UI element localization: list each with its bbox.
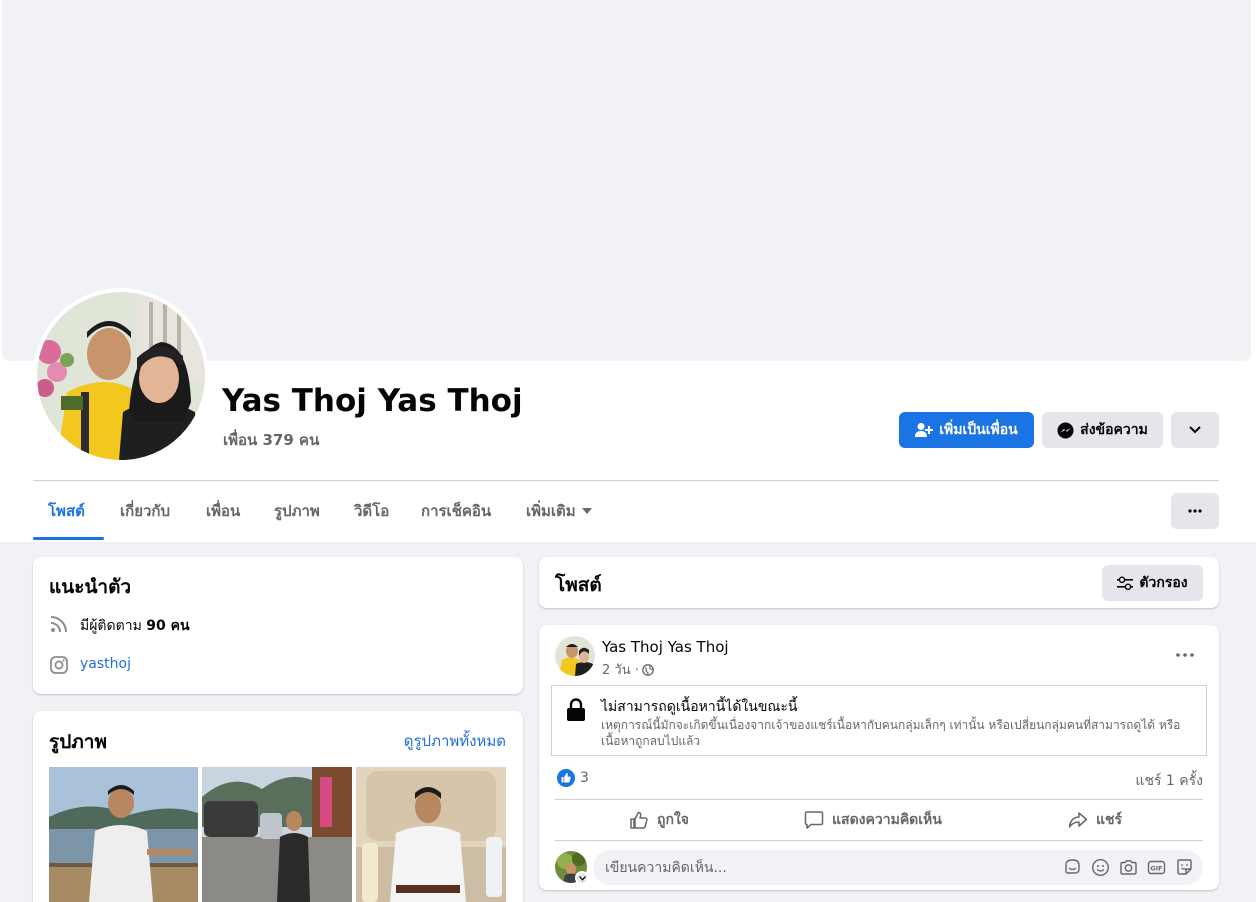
thumbs-up-icon <box>630 811 648 829</box>
caret-down-icon <box>581 508 592 514</box>
add-friend-button[interactable]: เพิ่มเป็นเพื่อน <box>899 412 1034 448</box>
emoji-icon[interactable] <box>1091 858 1110 877</box>
photo-thumbnail-1[interactable] <box>49 767 198 902</box>
followers-text: มีผู้ติดตาม 90 คน <box>80 615 190 637</box>
add-friend-icon <box>915 423 934 437</box>
cover-photo[interactable] <box>2 0 1251 361</box>
tab-more[interactable]: เพิ่มเติม <box>526 482 592 540</box>
like-label: ถูกใจ <box>657 812 689 828</box>
like-count[interactable]: 3 <box>580 770 589 786</box>
filter-button[interactable]: ตัวกรอง <box>1102 565 1203 601</box>
camera-icon[interactable] <box>1119 858 1138 877</box>
profile-name: Yas Thoj Yas Thoj <box>222 383 523 419</box>
comment-input[interactable] <box>605 850 1045 885</box>
share-button[interactable]: แชร์ <box>1068 800 1122 840</box>
tabs-more-options-button[interactable] <box>1171 493 1219 529</box>
profile-header: Yas Thoj Yas Thoj เพื่อน 379 คน เพิ่มเป็… <box>0 0 1256 542</box>
share-arrow-icon <box>1068 812 1088 828</box>
svg-text:GIF: GIF <box>1150 864 1162 872</box>
profile-more-dropdown-button[interactable] <box>1171 412 1219 448</box>
instagram-icon <box>50 656 68 674</box>
intro-title: แนะนำตัว <box>49 576 132 598</box>
post-actions-divider <box>555 840 1203 841</box>
tab-about[interactable]: เกี่ยวกับ <box>120 482 170 540</box>
comment-button[interactable]: แสดงความคิดเห็น <box>804 800 942 840</box>
tab-more-label: เพิ่มเติม <box>526 502 576 520</box>
instagram-link[interactable]: yasthoj <box>80 656 131 672</box>
share-label: แชร์ <box>1096 812 1123 828</box>
comment-label: แสดงความคิดเห็น <box>832 812 942 828</box>
photos-title: รูปภาพ <box>49 731 107 753</box>
rss-followers-icon <box>50 616 67 633</box>
add-friend-label: เพิ่มเป็นเพื่อน <box>939 422 1018 438</box>
comment-bubble-icon <box>804 811 824 829</box>
tab-friends[interactable]: เพื่อน <box>206 482 240 540</box>
content-unavailable-notice: ไม่สามารถดูเนื้อหานี้ได้ในขณะนี้ เหตุการ… <box>551 685 1207 756</box>
globe-icon <box>642 663 654 676</box>
sticker-icon[interactable] <box>1175 858 1194 877</box>
notice-title: ไม่สามารถดูเนื้อหานี้ได้ในขณะนี้ <box>601 699 798 715</box>
avatar-sticker-icon[interactable] <box>1063 858 1082 877</box>
more-dots-icon <box>1176 653 1194 657</box>
lock-icon <box>567 698 585 721</box>
header-divider <box>33 480 1219 481</box>
post-author-avatar[interactable] <box>555 636 595 676</box>
photo-thumbnail-3[interactable] <box>356 767 506 902</box>
post-options-button[interactable] <box>1167 640 1203 670</box>
tab-photos[interactable]: รูปภาพ <box>274 482 320 540</box>
tab-checkins[interactable]: การเช็คอิน <box>421 482 491 540</box>
notice-description: เหตุการณ์นี้มักจะเกิดขึ้นเนื่องจากเจ้าขอ… <box>601 718 1181 748</box>
chevron-down-icon <box>578 875 586 881</box>
intro-card: แนะนำตัว มีผู้ติดตาม 90 คน yasthoj <box>33 557 523 694</box>
filter-sliders-icon <box>1117 576 1134 590</box>
active-tab-indicator <box>33 537 104 540</box>
send-message-label: ส่งข้อความ <box>1080 422 1148 438</box>
tab-posts[interactable]: โพสต์ <box>48 482 85 540</box>
like-reaction-icon <box>557 769 575 787</box>
profile-avatar[interactable] <box>33 288 209 464</box>
post-timestamp[interactable]: 2 วัน · <box>602 659 639 680</box>
messenger-icon <box>1057 422 1074 438</box>
gif-icon[interactable]: GIF <box>1147 858 1166 877</box>
tab-videos[interactable]: วิดีโอ <box>354 482 389 540</box>
photo-thumbnail-2[interactable] <box>202 767 352 902</box>
share-count[interactable]: แชร์ 1 ครั้ง <box>1135 770 1203 792</box>
comment-composer: GIF <box>593 850 1203 885</box>
posts-title: โพสต์ <box>555 574 602 596</box>
like-button[interactable]: ถูกใจ <box>629 800 689 840</box>
more-dots-icon <box>1188 509 1202 513</box>
post-meta: 2 วัน · <box>602 659 654 680</box>
chevron-down-icon <box>1189 426 1201 434</box>
see-all-photos-link[interactable]: ดูรูปภาพทั้งหมด <box>404 729 506 753</box>
post-author-name[interactable]: Yas Thoj Yas Thoj <box>602 638 729 656</box>
avatar-dropdown-badge[interactable] <box>575 871 589 885</box>
avatar-photo <box>37 292 205 460</box>
send-message-button[interactable]: ส่งข้อความ <box>1042 412 1163 448</box>
filter-label: ตัวกรอง <box>1139 575 1188 591</box>
followers-prefix: มีผู้ติดตาม <box>80 618 142 634</box>
posts-header-card: โพสต์ ตัวกรอง <box>539 557 1219 608</box>
friends-count[interactable]: เพื่อน 379 คน <box>223 428 319 452</box>
followers-count[interactable]: 90 คน <box>146 618 189 634</box>
